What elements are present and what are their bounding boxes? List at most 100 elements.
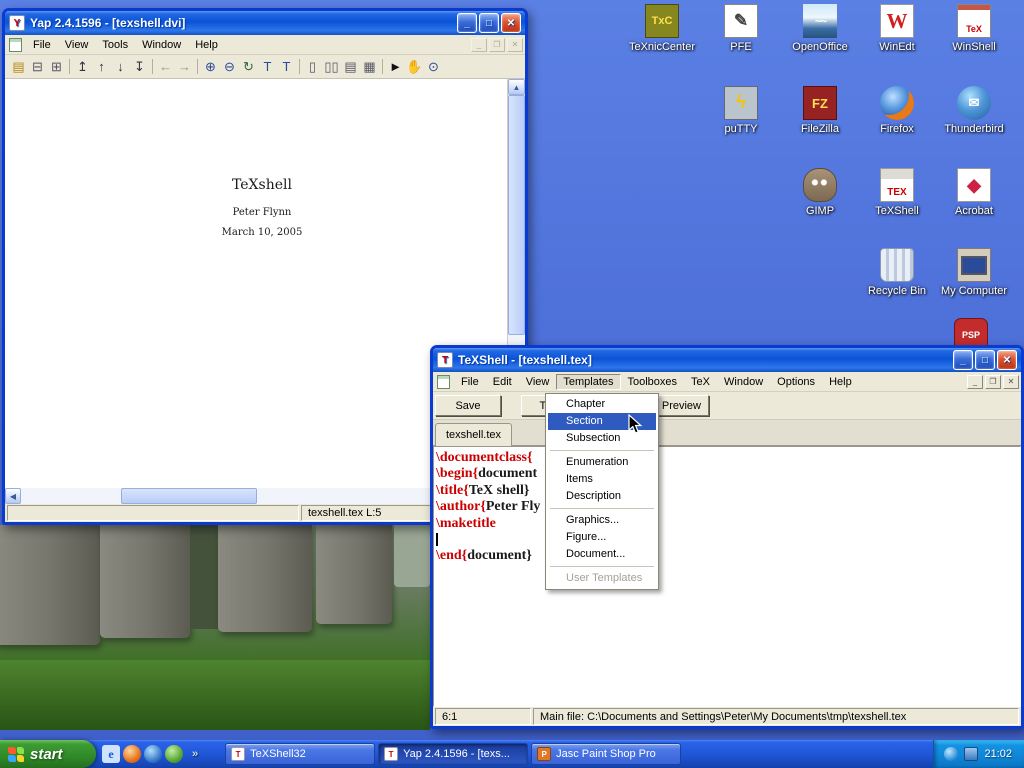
menu-item-section[interactable]: Section <box>548 413 656 430</box>
yap-minimize-button[interactable]: _ <box>457 13 477 33</box>
tray-display-icon[interactable] <box>964 747 978 761</box>
zoom-in-icon[interactable]: ⊕ <box>201 57 220 76</box>
quicklaunch-mail-icon[interactable] <box>144 745 162 763</box>
quicklaunch-green-icon[interactable] <box>165 745 183 763</box>
taskbar-button-yap[interactable]: TYap 2.4.1596 - [texs... <box>378 743 528 765</box>
editor-line-6 <box>436 532 1020 548</box>
menu-item-chapter[interactable]: Chapter <box>548 396 656 413</box>
layout-single-icon[interactable]: ▯ <box>303 57 322 76</box>
yap-menu-items: FileViewToolsWindowHelp <box>26 35 471 54</box>
desktop-icon-pfe[interactable]: ✎PFE <box>703 4 779 53</box>
taskbar-button-texshell[interactable]: TTeXShell32 <box>225 743 375 765</box>
zoom-out-icon[interactable]: ⊖ <box>220 57 239 76</box>
yap-status-cell-file: texshell.tex L:5 <box>301 505 437 521</box>
desktop-icon-label: TeXnicCenter <box>624 41 700 53</box>
yap-menu-tools[interactable]: Tools <box>95 37 135 53</box>
menu-item-items[interactable]: Items <box>548 471 656 488</box>
desktop-icon-texshell[interactable]: TEXTeXShell <box>859 168 935 217</box>
layout-continuous-icon[interactable]: ▤ <box>341 57 360 76</box>
texshell-minimize-button[interactable]: _ <box>953 350 973 370</box>
toolbar-separator <box>382 59 383 74</box>
last-page-icon[interactable]: ↧ <box>130 57 149 76</box>
refresh-icon[interactable]: ↻ <box>239 57 258 76</box>
desktop-icon-firefox[interactable]: Firefox <box>859 86 935 135</box>
tab-texshell-tex[interactable]: texshell.tex <box>435 423 512 446</box>
print-icon[interactable]: ⊟ <box>28 57 47 76</box>
quick-launch-overflow-chevron[interactable]: » <box>189 748 201 760</box>
start-button[interactable]: start <box>0 740 96 768</box>
texshell-menu-file[interactable]: File <box>454 374 486 390</box>
print-page-icon[interactable]: ⊞ <box>47 57 66 76</box>
yap-hscroll-thumb[interactable] <box>121 488 257 504</box>
texshell-menu-toolboxes[interactable]: Toolboxes <box>621 374 685 390</box>
texshell-menu-window[interactable]: Window <box>717 374 770 390</box>
magnifier-tool-icon[interactable]: ⊙ <box>424 57 443 76</box>
prev-page-icon[interactable]: ↑ <box>92 57 111 76</box>
texshell-editor[interactable]: \documentclass{\begin{document\title{TeX… <box>433 446 1021 707</box>
open-icon[interactable]: ▤ <box>9 57 28 76</box>
yap-close-button[interactable]: ✕ <box>501 13 521 33</box>
menu-item-subsection[interactable]: Subsection <box>548 430 656 447</box>
yap-toolbar: ▤⊟⊞↥↑↓↧←→⊕⊖↻TT▯▯▯▤▦►✋⊙ <box>5 55 525 79</box>
texshell-mdi-restore-icon[interactable]: ❐ <box>985 375 1001 389</box>
desktop-icon-acrobat[interactable]: ◆Acrobat <box>936 168 1012 217</box>
desktop-icon-mycomputer[interactable]: My Computer <box>936 248 1012 297</box>
desktop-icon-recyclebin[interactable]: Recycle Bin <box>859 248 935 297</box>
text-render-2-icon[interactable]: T <box>277 57 296 76</box>
texshell-menu-options[interactable]: Options <box>770 374 822 390</box>
quicklaunch-ie-icon[interactable]: e <box>102 745 120 763</box>
select-tool-icon[interactable]: ► <box>386 57 405 76</box>
yap-mdi-minimize-icon[interactable]: _ <box>471 38 487 52</box>
mycomputer-icon <box>957 248 991 282</box>
yap-vscroll-thumb[interactable] <box>508 95 525 335</box>
texshell-menu-view[interactable]: View <box>519 374 557 390</box>
tray-network-icon[interactable] <box>944 747 958 761</box>
yap-mdi-close-icon[interactable]: ✕ <box>507 38 523 52</box>
desktop-icon-filezilla[interactable]: FZFileZilla <box>782 86 858 135</box>
texshell-menu-templates[interactable]: Templates <box>556 374 620 390</box>
texshell-statusbar: 6:1 Main file: C:\Documents and Settings… <box>433 707 1021 726</box>
back-icon[interactable]: ← <box>156 57 175 76</box>
texshell-menubar: FileEditViewTemplatesToolboxesTeXWindowO… <box>433 372 1021 392</box>
menu-item-description[interactable]: Description <box>548 488 656 505</box>
yap-menu-window[interactable]: Window <box>135 37 188 53</box>
texshell-mdi-minimize-icon[interactable]: _ <box>967 375 983 389</box>
yap-menu-view[interactable]: View <box>58 37 96 53</box>
texshell-mdi-close-icon[interactable]: ✕ <box>1003 375 1019 389</box>
texshell-close-button[interactable]: ✕ <box>997 350 1017 370</box>
texshell-menu-help[interactable]: Help <box>822 374 859 390</box>
texshell-maximize-button[interactable]: □ <box>975 350 995 370</box>
yap-menu-file[interactable]: File <box>26 37 58 53</box>
forward-icon[interactable]: → <box>175 57 194 76</box>
yap-titlebar[interactable]: Y Yap 2.4.1596 - [texshell.dvi] _ □ ✕ <box>5 11 525 35</box>
texshell-menu-edit[interactable]: Edit <box>486 374 519 390</box>
text-render-icon[interactable]: T <box>258 57 277 76</box>
desktop-icon-gimp[interactable]: GIMP <box>782 168 858 217</box>
yap-mdi-restore-icon[interactable]: ❐ <box>489 38 505 52</box>
desktop-icon-thunderbird[interactable]: ✉Thunderbird <box>936 86 1012 135</box>
menu-item-graphics[interactable]: Graphics... <box>548 512 656 529</box>
desktop-icon-winedt[interactable]: WWinEdt <box>859 4 935 53</box>
texshell-menu-tex[interactable]: TeX <box>684 374 717 390</box>
layout-double-icon[interactable]: ▯▯ <box>322 57 341 76</box>
taskbar-button-psp[interactable]: PJasc Paint Shop Pro <box>531 743 681 765</box>
save-button[interactable]: Save <box>435 395 501 416</box>
menu-item-enumeration[interactable]: Enumeration <box>548 454 656 471</box>
yap-maximize-button[interactable]: □ <box>479 13 499 33</box>
desktop-icon-winshell[interactable]: TeXWinShell <box>936 4 1012 53</box>
first-page-icon[interactable]: ↥ <box>73 57 92 76</box>
yap-menu-help[interactable]: Help <box>188 37 225 53</box>
desktop-icon-openoffice[interactable]: ~~OpenOffice <box>782 4 858 53</box>
menu-item-figure[interactable]: Figure... <box>548 529 656 546</box>
desktop-icon-texniccenter[interactable]: TxCTeXnicCenter <box>624 4 700 53</box>
hand-tool-icon[interactable]: ✋ <box>405 57 424 76</box>
next-page-icon[interactable]: ↓ <box>111 57 130 76</box>
scroll-up-icon[interactable]: ▲ <box>508 79 525 95</box>
text-caret <box>436 533 438 546</box>
texshell-titlebar[interactable]: T TeXShell - [texshell.tex] _ □ ✕ <box>433 348 1021 372</box>
scroll-left-icon[interactable]: ◀ <box>5 488 21 504</box>
quicklaunch-firefox-icon[interactable] <box>123 745 141 763</box>
desktop-icon-putty[interactable]: ϟpuTTY <box>703 86 779 135</box>
menu-item-document[interactable]: Document... <box>548 546 656 563</box>
layout-grid-icon[interactable]: ▦ <box>360 57 379 76</box>
